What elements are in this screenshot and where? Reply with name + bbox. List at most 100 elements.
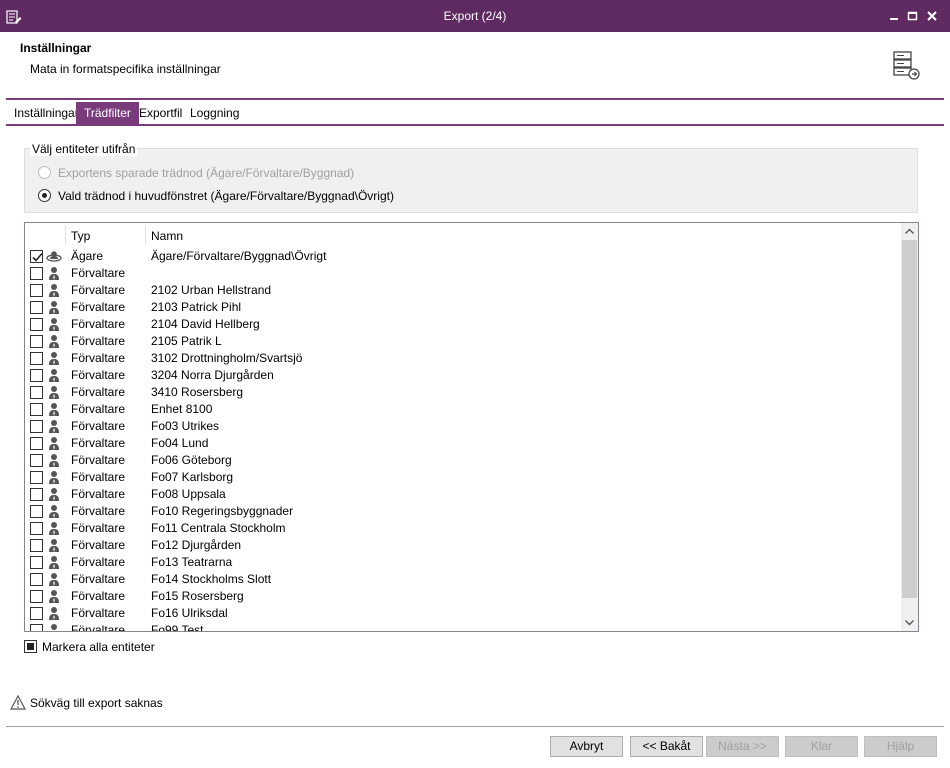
table-row[interactable]: Förvaltare Fo14 Stockholms Slott xyxy=(25,571,901,588)
cell-namn: Fo12 Djurgården xyxy=(151,538,242,552)
select-all-label: Markera alla entiteter xyxy=(42,640,155,654)
checkbox[interactable] xyxy=(30,369,43,382)
radio-button[interactable] xyxy=(38,189,51,202)
table-row[interactable]: Förvaltare xyxy=(25,265,901,282)
checkbox[interactable] xyxy=(30,556,43,569)
tab-tradfilter[interactable]: Trädfilter xyxy=(76,102,139,124)
person-icon xyxy=(46,521,62,536)
next-button[interactable]: Nästa >> xyxy=(706,736,779,757)
table-row[interactable]: Förvaltare 2103 Patrick Pihl xyxy=(25,299,901,316)
table-row[interactable]: Förvaltare 3204 Norra Djurgården xyxy=(25,367,901,384)
table-row[interactable]: Förvaltare Fo06 Göteborg xyxy=(25,452,901,469)
minimize-button[interactable] xyxy=(888,9,902,23)
checkbox-indeterminate[interactable] xyxy=(24,640,37,653)
cell-namn: Fo04 Lund xyxy=(151,436,209,450)
vertical-scrollbar[interactable] xyxy=(901,223,918,631)
table-row[interactable]: Förvaltare Fo13 Teatrarna xyxy=(25,554,901,571)
person-icon xyxy=(46,283,62,298)
checkbox[interactable] xyxy=(30,420,43,433)
header-subtitle: Mata in formatspecifika inställningar xyxy=(30,62,221,76)
table-row[interactable]: Förvaltare Fo07 Karlsborg xyxy=(25,469,901,486)
person-icon xyxy=(46,436,62,451)
checkbox[interactable] xyxy=(30,539,43,552)
table-row[interactable]: Förvaltare 3102 Drottningholm/Svartsjö xyxy=(25,350,901,367)
cell-namn: Fo06 Göteborg xyxy=(151,453,232,467)
table-row[interactable]: Förvaltare Fo03 Utrikes xyxy=(25,418,901,435)
owner-icon xyxy=(46,249,62,264)
cell-typ: Förvaltare xyxy=(71,470,126,484)
checkbox[interactable] xyxy=(30,352,43,365)
cell-typ: Förvaltare xyxy=(71,419,126,433)
close-button[interactable] xyxy=(925,9,939,23)
person-icon xyxy=(46,317,62,332)
checkbox-checked[interactable] xyxy=(30,250,43,263)
checkbox[interactable] xyxy=(30,573,43,586)
checkbox[interactable] xyxy=(30,301,43,314)
checkbox[interactable] xyxy=(30,624,43,631)
table-row[interactable]: Förvaltare Fo16 Ulriksdal xyxy=(25,605,901,622)
header-title: Inställningar xyxy=(20,41,92,55)
header-divider xyxy=(6,98,944,100)
person-icon xyxy=(46,402,62,417)
person-icon xyxy=(46,334,62,349)
table-row[interactable]: Förvaltare 2104 David Hellberg xyxy=(25,316,901,333)
column-header-typ[interactable]: Typ xyxy=(71,229,90,243)
person-icon xyxy=(46,504,62,519)
table-row[interactable]: Förvaltare 2105 Patrik L xyxy=(25,333,901,350)
radio-button[interactable] xyxy=(38,166,51,179)
table-row[interactable]: Förvaltare 2102 Urban Hellstrand xyxy=(25,282,901,299)
cell-typ: Förvaltare xyxy=(71,504,126,518)
footer-divider xyxy=(6,726,944,727)
cell-typ: Förvaltare xyxy=(71,317,126,331)
maximize-button[interactable] xyxy=(906,9,920,23)
scroll-up-arrow-icon[interactable] xyxy=(901,223,918,240)
table-row[interactable]: Förvaltare Fo08 Uppsala xyxy=(25,486,901,503)
scroll-thumb[interactable] xyxy=(902,240,917,598)
cancel-button[interactable]: Avbryt xyxy=(550,736,623,757)
help-button[interactable]: Hjälp xyxy=(864,736,937,757)
checkbox[interactable] xyxy=(30,437,43,450)
checkbox[interactable] xyxy=(30,454,43,467)
cell-typ: Förvaltare xyxy=(71,368,126,382)
checkbox[interactable] xyxy=(30,590,43,603)
person-icon xyxy=(46,555,62,570)
person-icon xyxy=(46,266,62,281)
table-row[interactable]: Ägare Ägare/Förvaltare/Byggnad\Övrigt xyxy=(25,248,901,265)
table-row[interactable]: Förvaltare Fo04 Lund xyxy=(25,435,901,452)
scroll-down-arrow-icon[interactable] xyxy=(901,614,918,631)
tab-installningar[interactable]: Inställningar xyxy=(6,102,87,124)
person-icon xyxy=(46,623,62,631)
table-row[interactable]: Förvaltare Fo11 Centrala Stockholm xyxy=(25,520,901,537)
table-row[interactable]: Förvaltare Enhet 8100 xyxy=(25,401,901,418)
checkbox[interactable] xyxy=(30,318,43,331)
checkbox[interactable] xyxy=(30,403,43,416)
cell-typ: Förvaltare xyxy=(71,266,126,280)
column-separator[interactable] xyxy=(145,226,146,244)
table-row[interactable]: Förvaltare Fo12 Djurgården xyxy=(25,537,901,554)
table-row[interactable]: Förvaltare Fo99 Test xyxy=(25,622,901,631)
checkbox[interactable] xyxy=(30,335,43,348)
back-button[interactable]: << Bakåt xyxy=(630,736,703,757)
table-row[interactable]: Förvaltare Fo15 Rosersberg xyxy=(25,588,901,605)
column-header-namn[interactable]: Namn xyxy=(151,229,183,243)
checkbox[interactable] xyxy=(30,488,43,501)
checkbox[interactable] xyxy=(30,284,43,297)
table-row[interactable]: Förvaltare 3410 Rosersberg xyxy=(25,384,901,401)
person-icon xyxy=(46,385,62,400)
column-separator[interactable] xyxy=(65,226,66,244)
table-row[interactable]: Förvaltare Fo10 Regeringsbyggnader xyxy=(25,503,901,520)
checkbox[interactable] xyxy=(30,505,43,518)
cell-namn: Fo11 Centrala Stockholm xyxy=(151,521,286,535)
checkbox[interactable] xyxy=(30,607,43,620)
checkbox[interactable] xyxy=(30,267,43,280)
checkbox[interactable] xyxy=(30,522,43,535)
server-export-icon xyxy=(890,50,920,80)
entity-list[interactable]: Typ Namn Ägare Ägare/Förvaltare/Byggnad\Ö… xyxy=(24,222,919,632)
radio-saved-node-label: Exportens sparade trädnod (Ägare/Förvalt… xyxy=(58,166,355,180)
checkbox[interactable] xyxy=(30,386,43,399)
title-bar: Export (2/4) xyxy=(0,0,950,32)
finish-button[interactable]: Klar xyxy=(785,736,858,757)
checkbox[interactable] xyxy=(30,471,43,484)
cell-namn: Enhet 8100 xyxy=(151,402,213,416)
tab-loggning[interactable]: Loggning xyxy=(182,102,247,124)
